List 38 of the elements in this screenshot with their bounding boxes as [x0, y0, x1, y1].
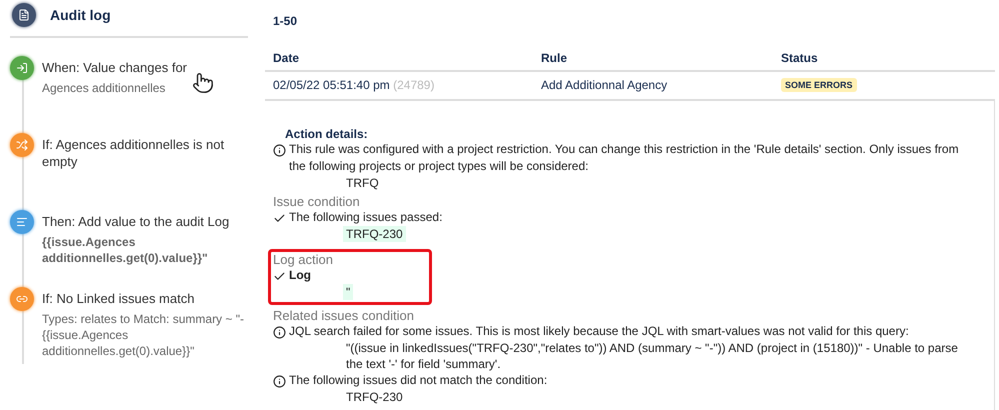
step-detail: {{issue.Agences additionnelles.get(0).value}}": [42, 234, 209, 266]
step-detail: Agences additionnelles: [42, 80, 166, 96]
column-header: Date: [273, 51, 300, 66]
info-icon: [273, 144, 286, 157]
step-title[interactable]: If: No Linked issues match: [42, 290, 248, 307]
info-icon: [273, 374, 286, 388]
issue-key: "((issue in linkedIssues("TRFQ-230","relates to")) AND (summary ~ "-")) AND (project in (15180))" - Unable to parse the text '-' for field 'summary'.: [343, 340, 969, 372]
issue-key: TRFQ-230: [343, 226, 406, 242]
section-heading: Related issues condition: [273, 308, 415, 323]
sidebar-title: Audit log: [50, 7, 111, 23]
document-icon: [18, 9, 30, 21]
section-heading: Log action: [273, 252, 334, 267]
issue-key: TRFQ-230: [343, 388, 406, 405]
detail-text: Log: [289, 267, 311, 284]
step-title[interactable]: Then: Add value to the audit Log: [42, 213, 248, 230]
column-header: Status: [781, 51, 819, 66]
detail-text: This rule was configured with a project restriction. You can change this restriction in the 'Rule details' section. Only issues from the following projects or project types will be considered:: [289, 140, 960, 175]
text-lines-icon: [16, 216, 28, 228]
info-icon: [273, 326, 286, 339]
detail-text: The following issues passed:: [289, 208, 442, 226]
step-title[interactable]: When: Value changes for: [42, 59, 188, 76]
status-lozenge: SOME ERRORS: [781, 78, 857, 92]
detail-text: The following issues did not match the condition:: [289, 372, 548, 389]
step-detail: Types: relates to Match: summary ~ "-{{issue.Agences additionnelles.get(0).value}}": [42, 311, 245, 359]
link-icon: [16, 293, 28, 305]
issue-key: ": [343, 284, 354, 300]
range-label: 1-50: [272, 14, 298, 30]
hand-cursor-icon: [192, 72, 214, 94]
rule-cell-text: Add Additionnal Agency: [541, 78, 668, 92]
step-title[interactable]: If: Agences additionnelles is not empty: [42, 136, 248, 170]
enter-icon: [16, 62, 28, 74]
shuffle-icon: [16, 139, 28, 151]
section-heading: Issue condition: [273, 194, 361, 209]
detail-text: JQL search failed for some issues. This is most likely because the JQL with smart-values was not valid for this query:: [289, 322, 909, 340]
date-cell-text: 02/05/22 05:51:40 pm (24789): [273, 78, 436, 92]
column-header: Rule: [541, 51, 568, 66]
issue-key: TRFQ: [343, 174, 382, 191]
details-title: Action details:: [284, 126, 369, 141]
